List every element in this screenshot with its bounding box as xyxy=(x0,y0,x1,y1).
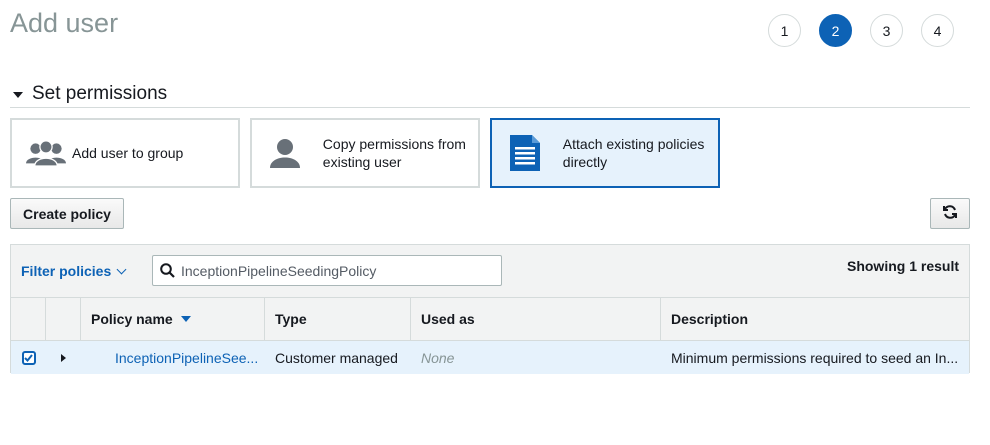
option-attach-policies[interactable]: Attach existing policies directly xyxy=(490,118,720,188)
search-icon xyxy=(160,263,175,278)
chevron-down-icon xyxy=(116,264,127,274)
expand-arrow-icon[interactable] xyxy=(61,353,66,362)
refresh-button[interactable] xyxy=(930,198,970,229)
header-select-cell xyxy=(11,298,46,340)
step-4[interactable]: 4 xyxy=(921,14,954,47)
wizard-steps: 1 2 3 4 xyxy=(768,14,954,47)
row-checkbox[interactable] xyxy=(21,350,36,365)
row-select-cell xyxy=(11,341,46,374)
step-3[interactable]: 3 xyxy=(870,14,903,47)
option-label: Attach existing policies directly xyxy=(562,136,705,170)
column-label: Policy name xyxy=(91,311,173,327)
search-box[interactable] xyxy=(152,255,502,286)
policy-used-as: None xyxy=(421,349,455,366)
option-label: Copy permissions from existing user xyxy=(322,136,466,170)
caret-down-icon xyxy=(13,91,23,98)
option-copy-permissions[interactable]: Copy permissions from existing user xyxy=(250,118,480,188)
create-policy-button[interactable]: Create policy xyxy=(10,198,124,229)
table-header: Policy name Type Used as Description xyxy=(11,298,969,341)
policies-table: Filter policies Showing 1 result Policy … xyxy=(10,244,970,374)
document-icon xyxy=(506,133,545,173)
table-row[interactable]: InceptionPipelineSee... Customer managed… xyxy=(11,341,969,374)
policy-name-link[interactable]: InceptionPipelineSee... xyxy=(81,341,265,374)
column-header-type[interactable]: Type xyxy=(265,298,411,340)
column-header-used-as[interactable]: Used as xyxy=(411,298,661,340)
column-label: Used as xyxy=(421,311,475,327)
page-title: Add user xyxy=(10,8,119,38)
sort-descending-icon xyxy=(180,316,191,322)
column-header-policy-name[interactable]: Policy name xyxy=(81,298,265,340)
policy-type: Customer managed xyxy=(275,349,398,366)
row-expand-cell xyxy=(46,341,81,374)
policy-description: Minimum permissions required to seed an … xyxy=(671,349,959,366)
option-add-user-to-group[interactable]: Add user to group xyxy=(10,118,240,188)
group-icon xyxy=(26,133,66,173)
option-label: Add user to group xyxy=(72,145,184,161)
checkmark-icon xyxy=(24,353,33,362)
section-title: Set permissions xyxy=(32,82,168,104)
column-label: Description xyxy=(671,311,749,327)
column-header-description[interactable]: Description xyxy=(661,298,969,340)
set-permissions-section-header[interactable]: Set permissions xyxy=(10,80,970,108)
result-count: Showing 1 result xyxy=(846,258,959,274)
step-2-current[interactable]: 2 xyxy=(819,14,852,47)
filter-bar: Filter policies Showing 1 result xyxy=(11,245,969,298)
refresh-icon xyxy=(942,204,958,223)
filter-policies-dropdown[interactable]: Filter policies xyxy=(21,263,127,279)
filter-policies-label: Filter policies xyxy=(21,263,112,279)
step-1[interactable]: 1 xyxy=(768,14,801,47)
column-label: Type xyxy=(275,311,307,327)
user-icon xyxy=(266,133,305,173)
search-input[interactable] xyxy=(179,261,483,280)
header-expand-cell xyxy=(46,298,81,340)
